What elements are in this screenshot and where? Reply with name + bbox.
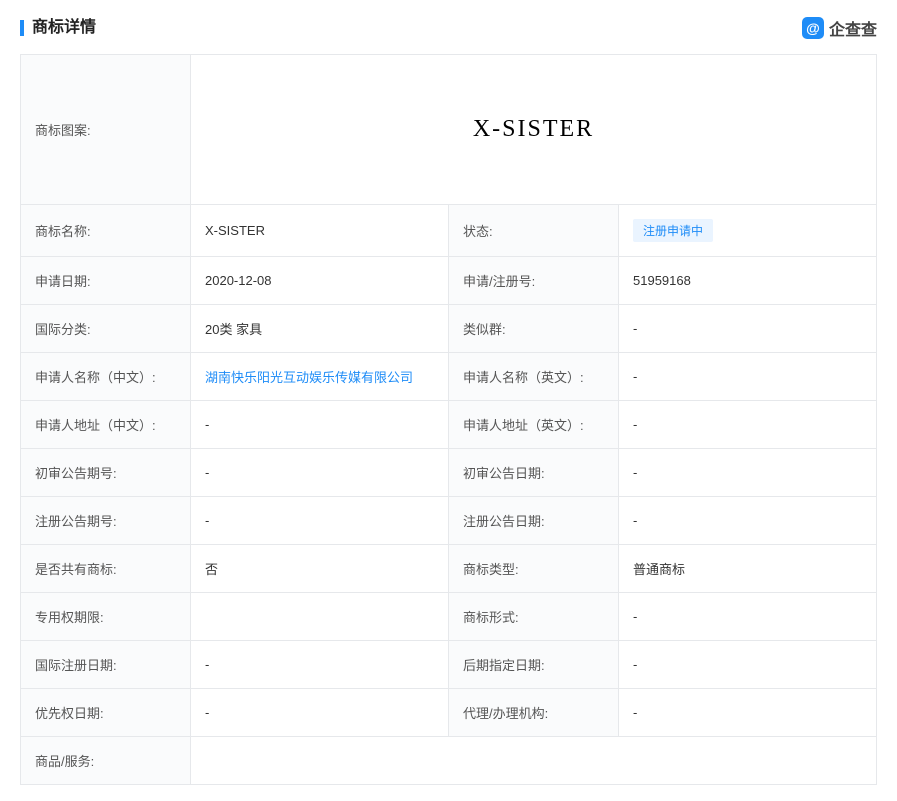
page-title: 商标详情 (20, 20, 96, 36)
field-label: 申请人名称（中文）: (21, 353, 191, 401)
field-value (191, 737, 877, 785)
field-label: 是否共有商标: (21, 545, 191, 593)
field-value (191, 593, 449, 641)
trademark-image-text: X-SISTER (191, 55, 877, 205)
field-value: - (619, 497, 877, 545)
field-value: X-SISTER (191, 205, 449, 257)
field-label: 申请/注册号: (449, 257, 619, 305)
field-label: 代理/办理机构: (449, 689, 619, 737)
brand-name: 企查查 (829, 16, 877, 40)
field-value: - (619, 641, 877, 689)
brand-icon: @ (802, 17, 824, 39)
field-label: 申请人名称（英文）: (449, 353, 619, 401)
field-label: 国际分类: (21, 305, 191, 353)
field-label: 初审公告期号: (21, 449, 191, 497)
trademark-detail-table: 商标图案: X-SISTER 商标名称:X-SISTER状态: 注册申请中申请日期… (20, 54, 877, 785)
field-value: 51959168 (619, 257, 877, 305)
field-label: 专用权期限: (21, 593, 191, 641)
field-value: - (619, 593, 877, 641)
field-value: - (191, 497, 449, 545)
field-value: - (619, 305, 877, 353)
field-label: 申请日期: (21, 257, 191, 305)
field-value: - (191, 449, 449, 497)
field-label: 注册公告期号: (21, 497, 191, 545)
field-label-image: 商标图案: (21, 55, 191, 205)
field-label: 初审公告日期: (449, 449, 619, 497)
field-value: 注册申请中 (619, 205, 877, 257)
field-label: 类似群: (449, 305, 619, 353)
brand-logo[interactable]: @ 企查查 (802, 16, 877, 40)
status-badge: 注册申请中 (633, 219, 713, 242)
field-value: - (191, 689, 449, 737)
field-value: - (619, 353, 877, 401)
page-header: 商标详情 @ 企查查 (20, 16, 877, 40)
field-value: - (619, 449, 877, 497)
field-value: 2020-12-08 (191, 257, 449, 305)
field-value: - (619, 689, 877, 737)
field-label: 优先权日期: (21, 689, 191, 737)
field-value: 普通商标 (619, 545, 877, 593)
field-label: 注册公告日期: (449, 497, 619, 545)
field-label: 商品/服务: (21, 737, 191, 785)
field-value: 20类 家具 (191, 305, 449, 353)
applicant-link[interactable]: 湖南快乐阳光互动娱乐传媒有限公司 (205, 370, 413, 385)
field-label: 申请人地址（中文）: (21, 401, 191, 449)
field-label: 商标名称: (21, 205, 191, 257)
field-label: 申请人地址（英文）: (449, 401, 619, 449)
field-value: 否 (191, 545, 449, 593)
field-value[interactable]: 湖南快乐阳光互动娱乐传媒有限公司 (191, 353, 449, 401)
field-label: 商标类型: (449, 545, 619, 593)
field-value: - (191, 641, 449, 689)
field-label: 状态: (449, 205, 619, 257)
field-label: 后期指定日期: (449, 641, 619, 689)
field-label: 商标形式: (449, 593, 619, 641)
field-value: - (191, 401, 449, 449)
field-value: - (619, 401, 877, 449)
field-label: 国际注册日期: (21, 641, 191, 689)
